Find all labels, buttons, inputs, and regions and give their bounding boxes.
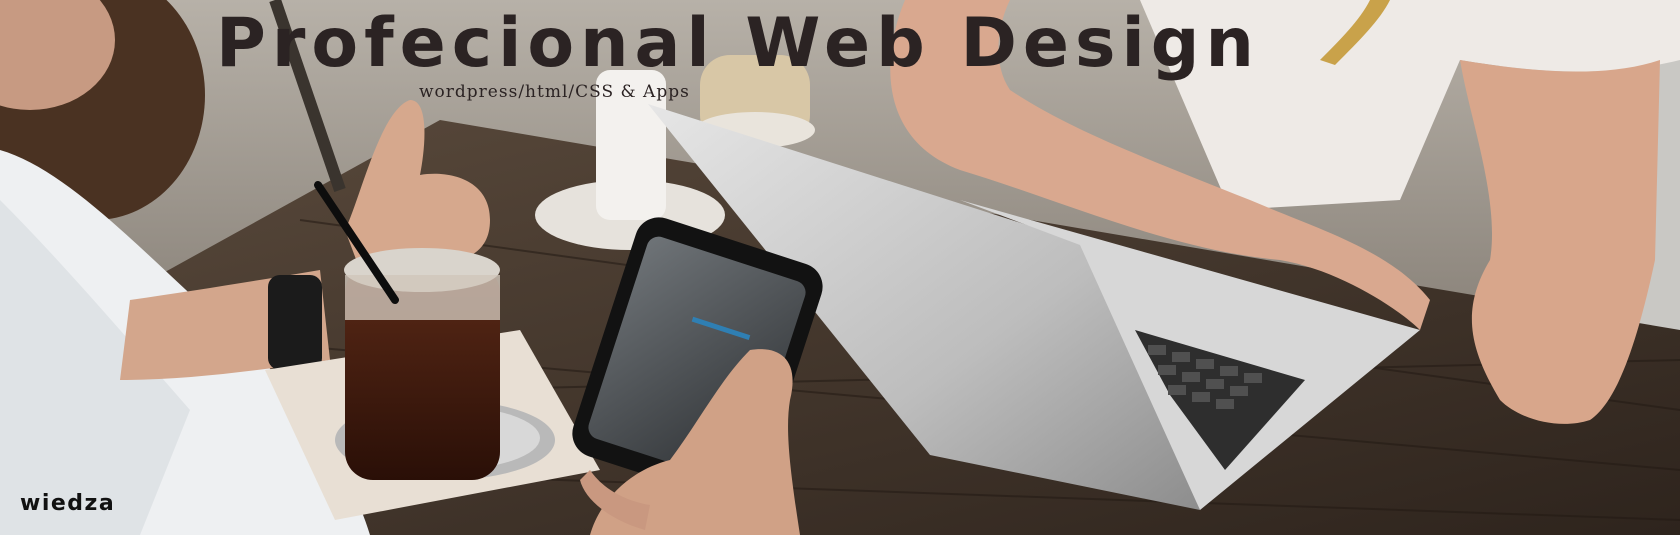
headline: Profecional Web Design (216, 4, 1260, 83)
brand-logo-text[interactable]: wiedza (20, 491, 115, 516)
subtitle: wordpress/html/CSS & Apps (419, 82, 690, 102)
hero-banner: Profecional Web Design wordpress/html/CS… (0, 0, 1680, 535)
